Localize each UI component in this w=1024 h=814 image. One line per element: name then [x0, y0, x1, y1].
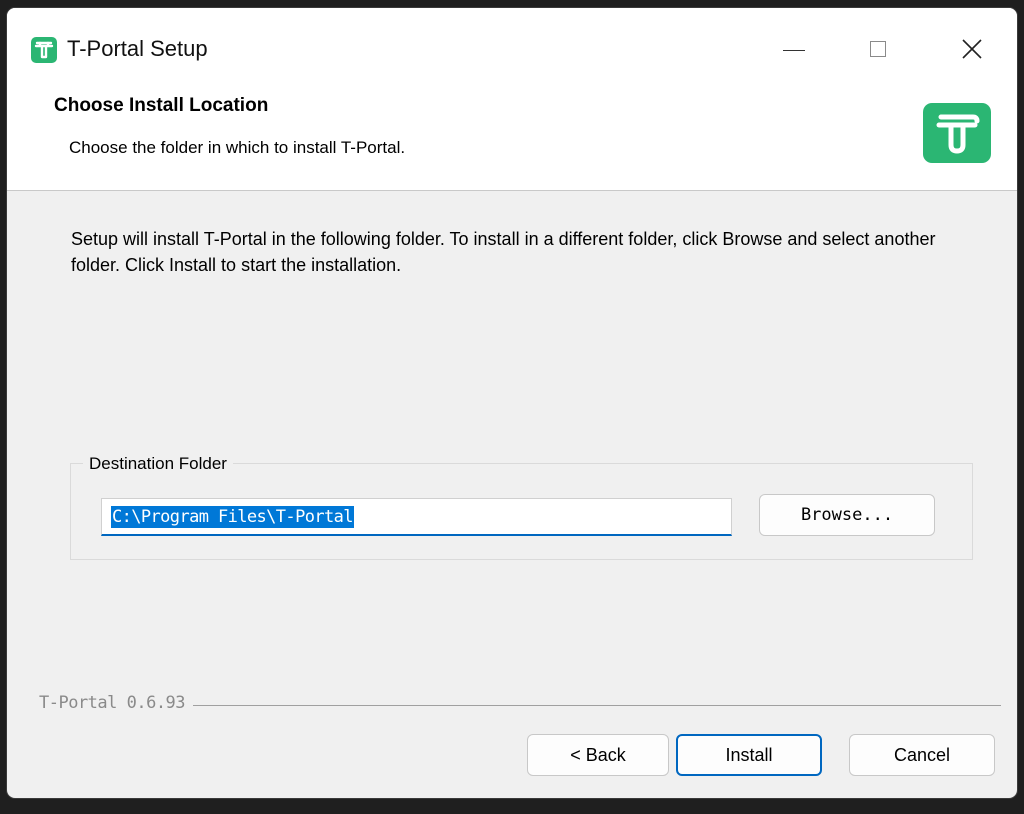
install-path-value: C:\Program Files\T-Portal [111, 505, 354, 528]
minimize-button[interactable] [766, 24, 822, 74]
page-subtitle: Choose the folder in which to install T-… [69, 138, 406, 157]
t-portal-logo-icon [923, 103, 991, 163]
install-path-input[interactable]: C:\Program Files\T-Portal [101, 498, 732, 536]
title-bar[interactable]: T-Portal Setup [7, 8, 1017, 80]
maximize-icon [870, 41, 886, 57]
t-portal-logo-icon [31, 37, 57, 63]
minimize-icon [783, 49, 805, 51]
install-button[interactable]: Install [676, 734, 822, 776]
setup-window: T-Portal Setup Choose Install Location C… [7, 8, 1017, 798]
browse-button[interactable]: Browse... [759, 494, 935, 536]
close-button[interactable] [944, 24, 1000, 74]
destination-folder-label: Destination Folder [83, 454, 233, 474]
footer-divider [193, 705, 1001, 706]
cancel-button[interactable]: Cancel [849, 734, 995, 776]
back-button[interactable]: < Back [527, 734, 669, 776]
close-icon [962, 39, 982, 59]
page-title: Choose Install Location [54, 95, 269, 116]
install-description: Setup will install T-Portal in the follo… [71, 229, 936, 275]
window-title: T-Portal Setup [67, 36, 208, 61]
maximize-button[interactable] [850, 24, 906, 74]
page-header: Choose Install Location Choose the folde… [7, 80, 1017, 191]
version-label: T-Portal 0.6.93 [39, 693, 186, 713]
